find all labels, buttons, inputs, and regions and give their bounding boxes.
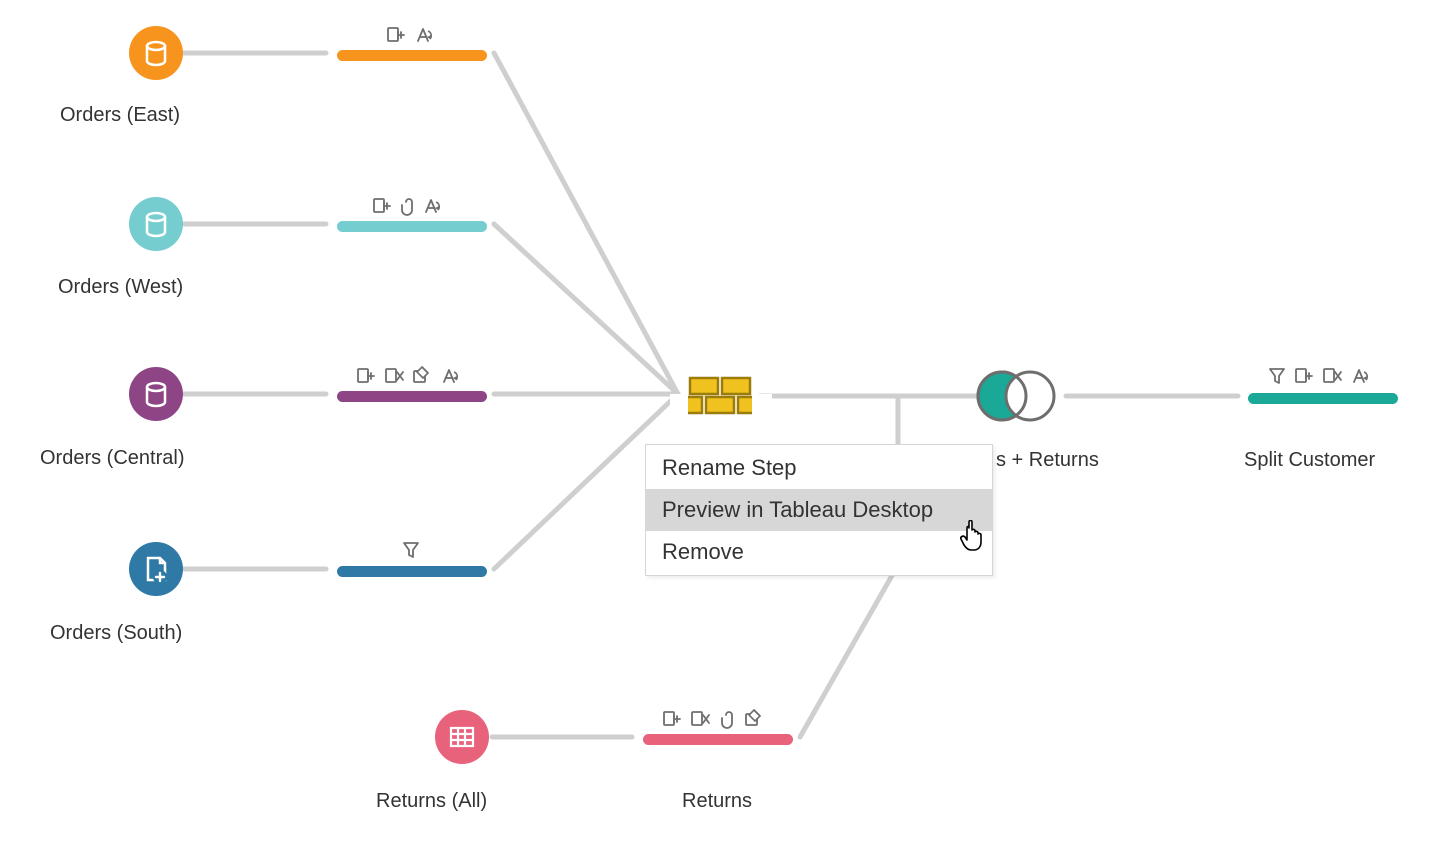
connector — [494, 53, 678, 394]
step-badges-split-customer — [1270, 369, 1367, 383]
label-orders-south: Orders (South) — [50, 622, 182, 645]
node-orders-south[interactable] — [129, 542, 183, 596]
change-add-column-icon — [664, 712, 680, 725]
change-edit-icon — [414, 367, 428, 382]
label-orders-returns: s + Returns — [996, 449, 1099, 472]
step-badges-south — [404, 543, 418, 557]
change-rename-icon — [1354, 370, 1367, 382]
context-menu: Rename Step Preview in Tableau Desktop R… — [645, 444, 993, 576]
change-add-column-icon — [358, 369, 374, 382]
change-add-column-icon — [388, 28, 404, 41]
flow-canvas: Orders (East) Orders (West) Orders (Cent… — [0, 0, 1430, 848]
change-filter-icon — [1270, 369, 1284, 383]
label-returns-all: Returns (All) — [376, 790, 487, 813]
flow-svg — [0, 0, 1430, 848]
node-union[interactable] — [670, 378, 772, 418]
change-add-column-icon — [1296, 369, 1312, 382]
step-badges-returns — [664, 710, 760, 728]
cleanstep-split-customer[interactable] — [1248, 393, 1398, 404]
node-join[interactable] — [978, 372, 1054, 420]
change-rename-icon — [444, 370, 457, 382]
cleanstep-orders-west[interactable] — [337, 221, 487, 232]
change-attach-icon — [722, 712, 732, 728]
connector — [494, 224, 678, 394]
cleanstep-orders-south[interactable] — [337, 566, 487, 577]
menu-preview-tableau-desktop[interactable]: Preview in Tableau Desktop — [646, 489, 992, 531]
label-split-customer: Split Customer — [1244, 449, 1375, 472]
cleanstep-returns[interactable] — [643, 734, 793, 745]
step-badges-central — [358, 367, 457, 382]
node-orders-east[interactable] — [129, 26, 183, 80]
change-attach-icon — [402, 199, 412, 215]
change-rename-icon — [426, 200, 439, 212]
cleanstep-orders-central[interactable] — [337, 391, 487, 402]
change-edit-icon — [746, 710, 760, 725]
node-orders-west[interactable] — [129, 197, 183, 251]
menu-remove[interactable]: Remove — [646, 531, 992, 573]
label-orders-central: Orders (Central) — [40, 447, 184, 470]
label-orders-east: Orders (East) — [60, 104, 180, 127]
change-add-column-icon — [374, 199, 390, 212]
node-returns-all[interactable] — [435, 710, 489, 764]
change-remove-column-icon — [692, 712, 709, 725]
step-badges-east — [388, 28, 431, 41]
change-remove-column-icon — [1324, 369, 1341, 382]
change-remove-column-icon — [386, 369, 403, 382]
change-filter-icon — [404, 543, 418, 557]
cleanstep-orders-east[interactable] — [337, 50, 487, 61]
label-returns: Returns — [682, 790, 752, 813]
menu-rename-step[interactable]: Rename Step — [646, 447, 992, 489]
change-rename-icon — [418, 29, 431, 41]
step-badges-west — [374, 199, 439, 215]
label-orders-west: Orders (West) — [58, 276, 183, 299]
node-orders-central[interactable] — [129, 367, 183, 421]
